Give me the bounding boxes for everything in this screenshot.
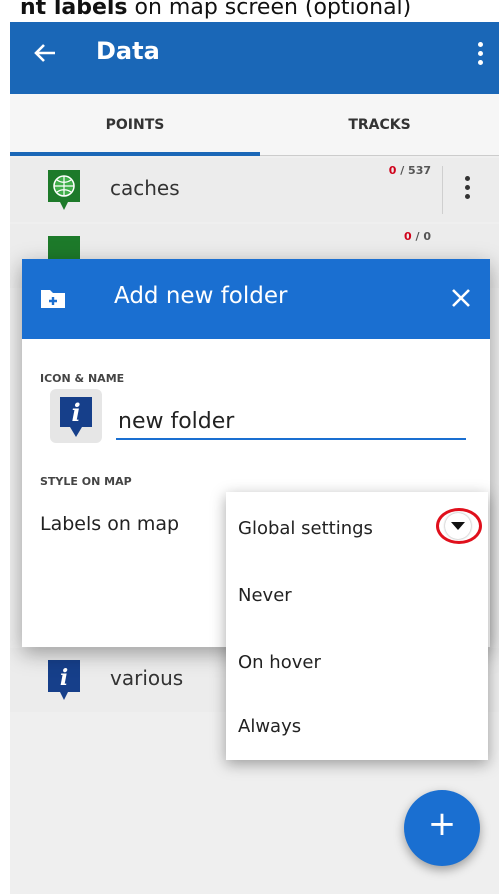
add-fab-button[interactable]: + (404, 790, 480, 866)
option-always[interactable]: Always (238, 716, 301, 737)
tab-indicator (10, 152, 260, 156)
dialog-header: Add new folder (22, 259, 490, 339)
option-global-settings[interactable]: Global settings (238, 518, 373, 539)
folder-add-icon (40, 287, 66, 309)
app-bar: Data (10, 22, 499, 94)
folder-icon-picker[interactable]: i (50, 389, 102, 443)
item-menu-icon[interactable] (463, 176, 471, 204)
divider (442, 166, 443, 214)
tab-tracks[interactable]: TRACKS (260, 94, 499, 156)
option-never[interactable]: Never (238, 585, 292, 606)
option-on-hover[interactable]: On hover (238, 652, 321, 673)
tab-bar: POINTS TRACKS (10, 94, 499, 156)
phone-screen: Data POINTS TRACKS caches 0 / 537 0 / 0 … (10, 22, 499, 894)
close-icon[interactable] (448, 285, 474, 311)
labels-dropdown-menu: Global settings Never On hover Always (226, 492, 488, 760)
globe-pin-icon (46, 168, 82, 212)
back-arrow-icon[interactable] (30, 38, 60, 68)
list-item-count: 0 / 0 (404, 230, 431, 243)
tab-points[interactable]: POINTS (10, 94, 260, 156)
caption-text: nt labels on map screen (optional) (0, 0, 499, 23)
dialog-title: Add new folder (114, 283, 288, 309)
icon-name-label: ICON & NAME (40, 372, 125, 385)
labels-on-map-label: Labels on map (40, 513, 180, 535)
app-title: Data (96, 37, 160, 65)
highlight-circle (436, 508, 482, 544)
svg-text:i: i (60, 665, 68, 691)
list-item-label: various (110, 666, 184, 690)
style-on-map-label: STYLE ON MAP (40, 475, 132, 488)
list-item[interactable]: caches 0 / 537 (10, 158, 499, 222)
info-pin-icon: i (46, 658, 82, 702)
folder-name-input[interactable] (116, 404, 466, 440)
list-item-count: 0 / 537 (388, 164, 431, 177)
list-item-label: caches (110, 176, 180, 200)
svg-text:i: i (71, 398, 80, 427)
plus-icon: + (427, 804, 457, 844)
overflow-menu-icon[interactable] (475, 42, 485, 70)
